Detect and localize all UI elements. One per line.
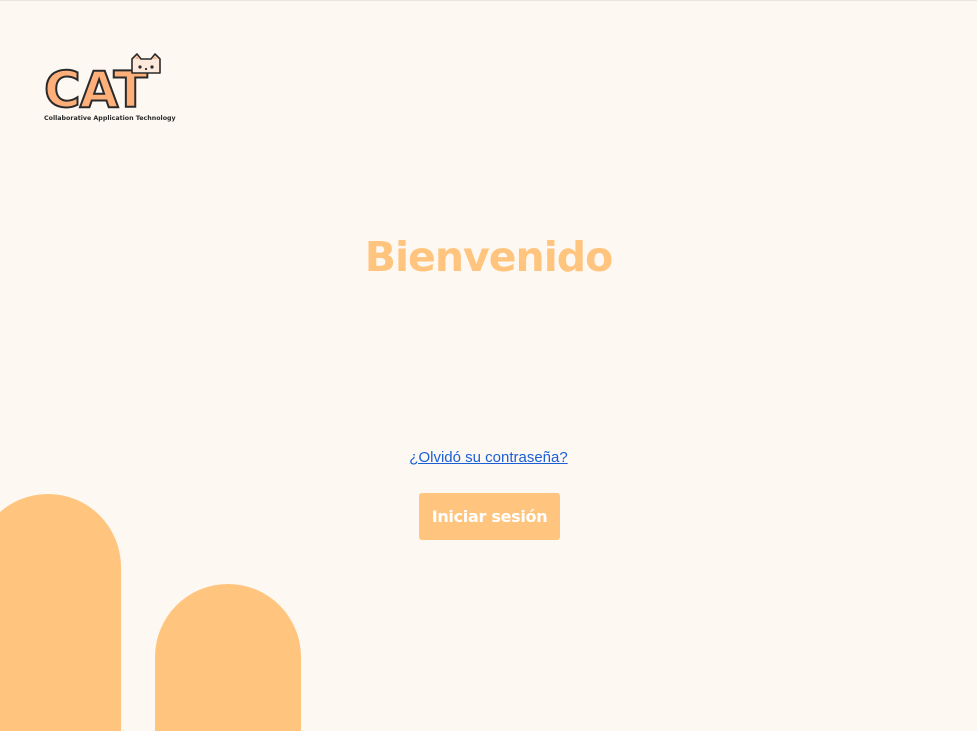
login-page: CAT Collaborative Application Technology… [0, 0, 977, 731]
logo-tagline: Collaborative Application Technology [44, 115, 176, 122]
login-button[interactable]: Iniciar sesión [419, 493, 560, 540]
forgot-password-link[interactable]: ¿Olvidó su contraseña? [409, 449, 567, 466]
forgot-password-row: ¿Olvidó su contraseña? [0, 449, 977, 466]
decorative-arch-right [155, 584, 301, 731]
welcome-heading: Bienvenido [364, 233, 614, 281]
cat-head-icon [131, 53, 161, 74]
decorative-arch-left [0, 494, 121, 731]
cat-logo: CAT Collaborative Application Technology [42, 53, 176, 127]
